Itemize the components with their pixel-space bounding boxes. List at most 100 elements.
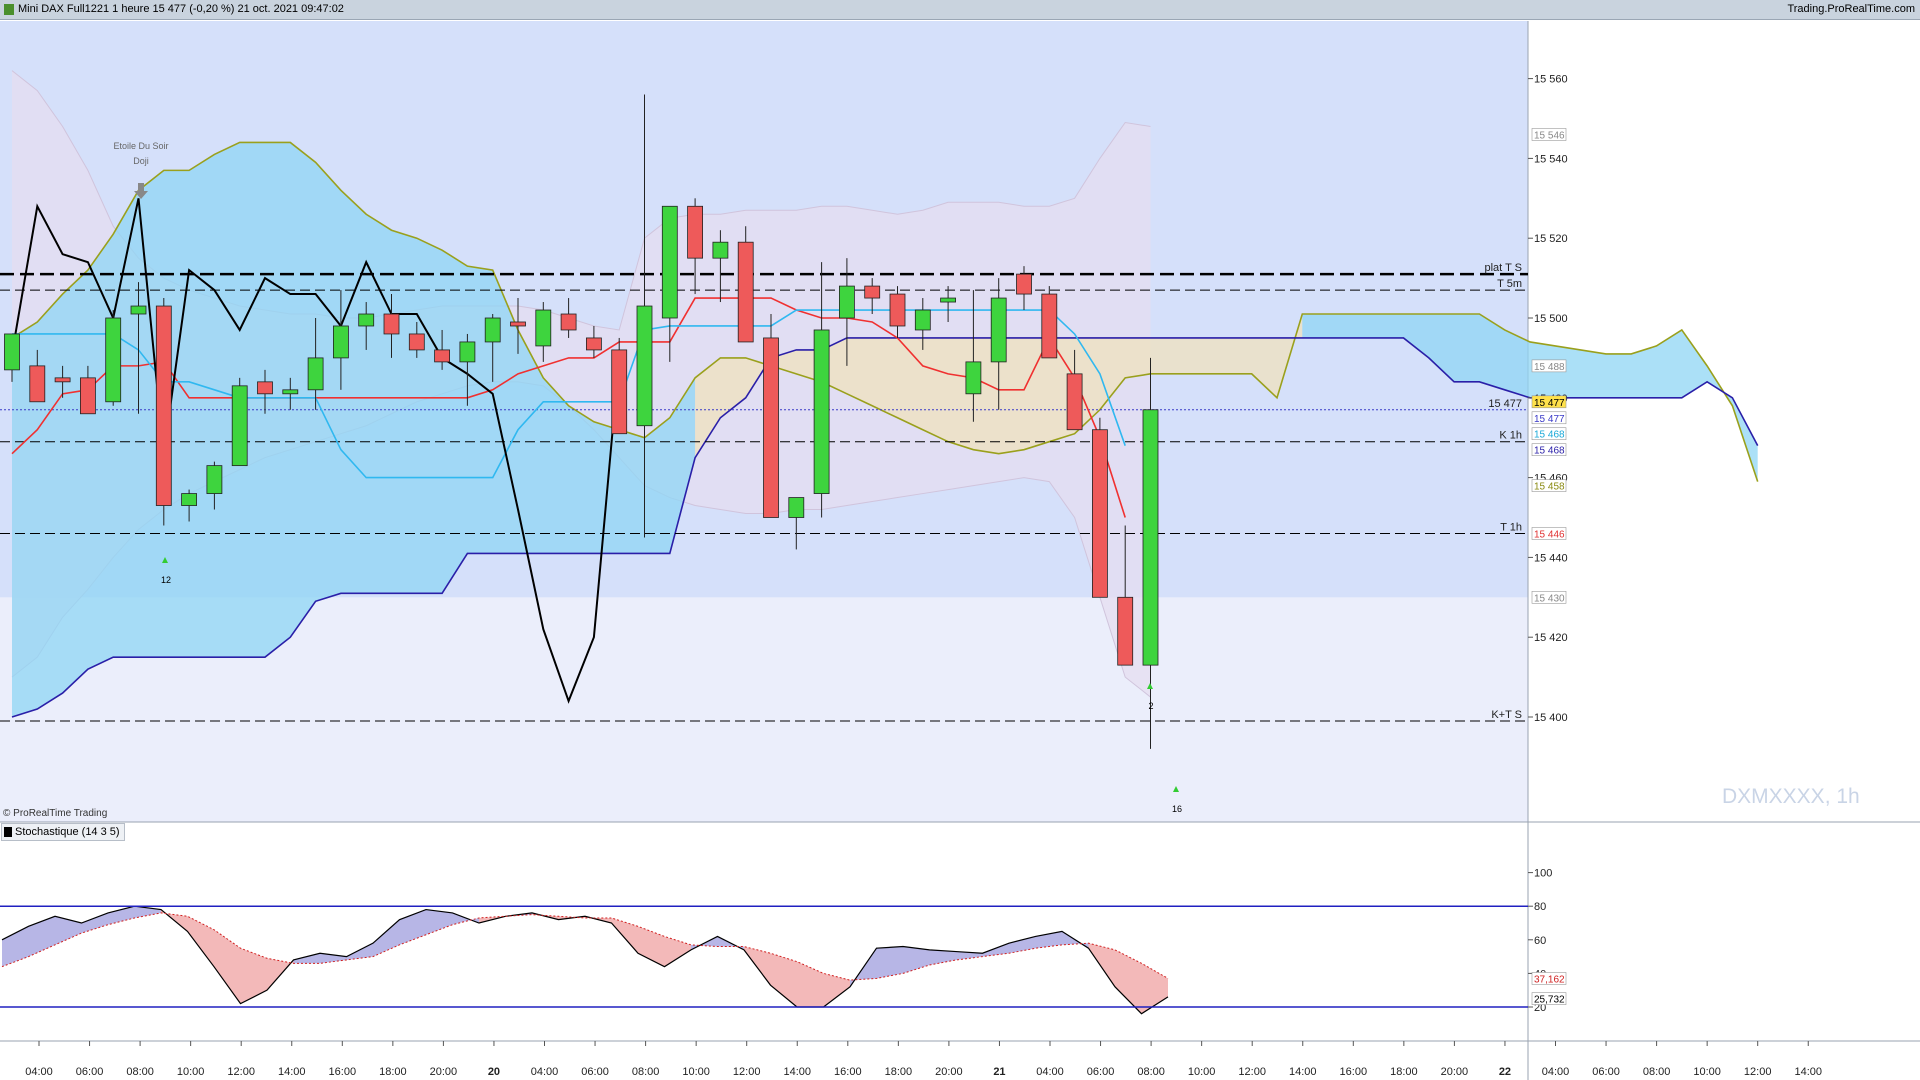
x-tick-label: 10:00 [1188, 1066, 1216, 1078]
x-tick-label: 12:00 [227, 1066, 255, 1078]
pattern-sub-label: Doji [133, 156, 149, 166]
x-tick-label: 20 [488, 1066, 500, 1078]
stoch-background [0, 840, 1528, 1040]
x-tick-label: 14:00 [278, 1066, 306, 1078]
x-tick-label: 18:00 [885, 1066, 913, 1078]
x-tick-label: 16:00 [834, 1066, 862, 1078]
candle-body [1142, 409, 1159, 666]
candle-body [1092, 429, 1108, 598]
price-tag-label: 15 430 [1534, 593, 1565, 604]
y-tick-label: 15 500 [1534, 313, 1568, 325]
candle-body [80, 377, 96, 415]
x-tick-label: 12:00 [1238, 1066, 1266, 1078]
candle-body [231, 385, 248, 467]
x-tick-label: 08:00 [126, 1066, 154, 1078]
x-tick-label: 16:00 [329, 1066, 357, 1078]
x-tick-label: 10:00 [682, 1066, 710, 1078]
instrument-watermark: DXMXXXX, 1h [1722, 785, 1860, 808]
stochastic-legend[interactable]: Stochastique (14 3 5) [1, 823, 125, 841]
x-tick-label: 22 [1499, 1066, 1511, 1078]
candle-body [737, 241, 754, 343]
y-tick-label: 15 520 [1534, 233, 1568, 245]
candle-body [29, 365, 46, 403]
level-label: T 1h [1500, 521, 1522, 533]
candle-body [307, 357, 324, 391]
x-tick-label: 20:00 [935, 1066, 963, 1078]
level-label: 15 477 [1488, 398, 1522, 410]
y-tick-label: 15 440 [1534, 552, 1568, 564]
level-label: K 1h [1499, 430, 1522, 442]
x-tick-label: 06:00 [76, 1066, 104, 1078]
candle-body [586, 337, 602, 351]
x-tick-label: 08:00 [1137, 1066, 1165, 1078]
count-label: 16 [1172, 804, 1182, 814]
x-tick-label: 04:00 [25, 1066, 53, 1078]
price-chart[interactable]: plat T S T 5m 15 477 K 1h T 1h K+T S Etoile Du… [0, 0, 1920, 1080]
candle-body [1016, 273, 1032, 295]
candle-body [687, 205, 703, 259]
candle-body [763, 337, 779, 518]
candle-body [889, 293, 906, 327]
candle-body [408, 333, 425, 351]
candle-body [965, 361, 982, 395]
stochastic-swatch-icon [4, 827, 12, 837]
candle-body [940, 297, 956, 303]
price-tag-label: 15 458 [1534, 482, 1565, 493]
x-tick-label: 20:00 [430, 1066, 458, 1078]
candle-body [535, 309, 552, 347]
candle-body [1066, 373, 1083, 431]
x-tick-label: 08:00 [632, 1066, 660, 1078]
y-tick-label: 15 540 [1534, 153, 1568, 165]
price-tag-label: 15 468 [1534, 430, 1565, 441]
x-tick-label: 08:00 [1643, 1066, 1671, 1078]
candle-body [257, 381, 273, 395]
candle-body [130, 305, 147, 315]
candle-body [611, 349, 628, 435]
level-label: plat T S [1484, 262, 1522, 274]
candle-body [914, 309, 931, 331]
candle-body [712, 241, 729, 259]
price-tag-label: 15 546 [1534, 130, 1565, 141]
pattern-label: Etoile Du Soir [113, 141, 168, 151]
x-tick-label: 16:00 [1340, 1066, 1368, 1078]
candle-body [434, 349, 451, 363]
x-tick-label: 12:00 [1744, 1066, 1772, 1078]
x-tick-label: 10:00 [1693, 1066, 1721, 1078]
candle-body [839, 285, 855, 319]
candle-body [864, 285, 881, 299]
stoch-tag-label: 25,732 [1534, 995, 1565, 1006]
x-tick-label: 18:00 [1390, 1066, 1418, 1078]
x-tick-label: 14:00 [1289, 1066, 1317, 1078]
level-label: K+T S [1491, 709, 1522, 721]
price-tag-label: 15 488 [1534, 362, 1565, 373]
stoch-y-tick-label: 60 [1534, 935, 1546, 947]
x-tick-label: 04:00 [1036, 1066, 1064, 1078]
x-tick-label: 06:00 [581, 1066, 609, 1078]
count-label: 2 [1148, 701, 1153, 711]
candle-body [332, 325, 349, 359]
y-tick-label: 15 400 [1534, 712, 1568, 724]
price-tag-label: 15 446 [1534, 529, 1565, 540]
stoch-tag-label: 37,162 [1534, 974, 1565, 985]
x-tick-label: 04:00 [531, 1066, 559, 1078]
x-tick-label: 04:00 [1542, 1066, 1570, 1078]
x-tick-label: 06:00 [1087, 1066, 1115, 1078]
candle-body [54, 377, 71, 383]
x-tick-label: 21 [993, 1066, 1005, 1078]
candle-body [813, 329, 830, 494]
count-label: 12 [161, 575, 171, 585]
candle-body [510, 321, 526, 327]
candle-body [206, 465, 223, 494]
x-tick-label: 06:00 [1592, 1066, 1620, 1078]
candle-body [383, 313, 400, 335]
x-tick-label: 14:00 [783, 1066, 811, 1078]
candle-body [788, 497, 805, 518]
candle-body [484, 317, 501, 343]
copyright-label: © ProRealTime Trading [3, 808, 108, 819]
y-tick-label: 15 420 [1534, 632, 1568, 644]
candle-body [358, 313, 375, 327]
x-tick-label: 10:00 [177, 1066, 205, 1078]
candle-body [105, 317, 122, 403]
candle-body [1117, 596, 1134, 666]
level-label: T 5m [1497, 278, 1522, 290]
